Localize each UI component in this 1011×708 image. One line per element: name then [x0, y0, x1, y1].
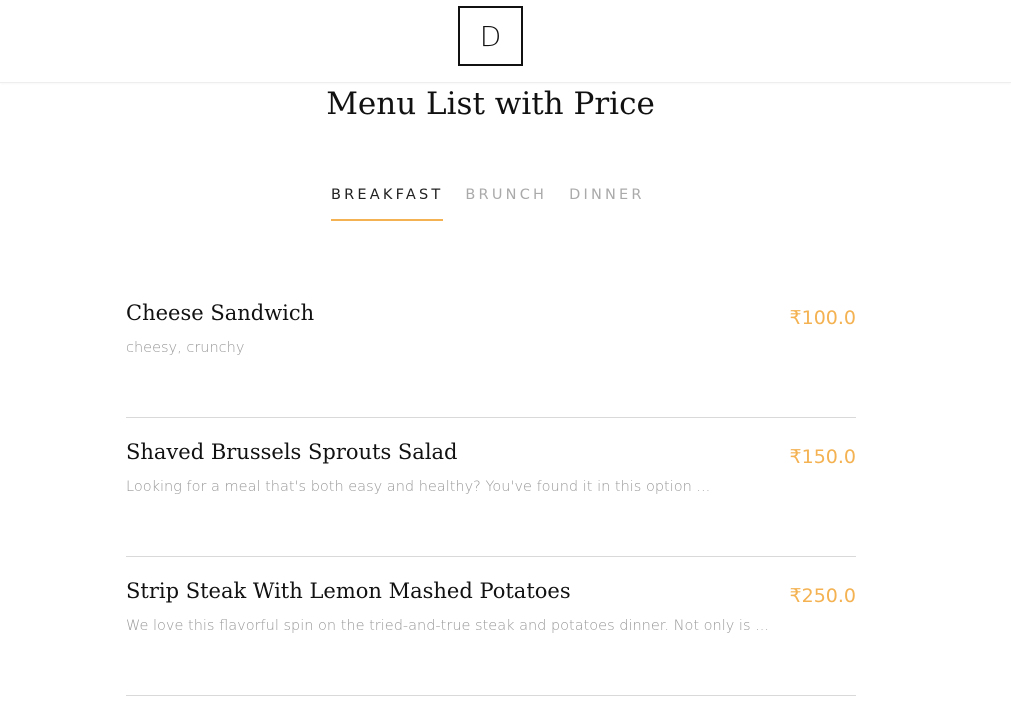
menu-item[interactable]: Shaved Brussels Sprouts Salad Looking fo…	[126, 418, 856, 557]
tab-dinner[interactable]: DINNER	[569, 185, 645, 221]
menu-item-description: cheesy, crunchy	[126, 340, 245, 356]
menu-item-price: ₹250.0	[789, 585, 856, 607]
menu-item-name: Strip Steak With Lemon Mashed Potatoes	[126, 579, 571, 603]
menu-item-name: Cheese Sandwich	[126, 301, 315, 325]
menu-item-price: ₹100.0	[789, 307, 856, 329]
menu-item-name: Shaved Brussels Sprouts Salad	[126, 440, 458, 464]
menu-item-description: Looking for a meal that's both easy and …	[126, 479, 711, 495]
menu-item[interactable]: Strip Steak With Lemon Mashed Potatoes W…	[126, 557, 856, 696]
menu-item[interactable]: Cheese Sandwich cheesy, crunchy ₹100.0	[126, 279, 856, 418]
site-header: D	[0, 0, 1011, 83]
logo[interactable]: D	[458, 6, 523, 66]
menu-item-price: ₹150.0	[789, 446, 856, 468]
tab-brunch[interactable]: BRUNCH	[465, 185, 547, 221]
menu-item-description: We love this flavorful spin on the tried…	[126, 618, 769, 634]
menu-list: Cheese Sandwich cheesy, crunchy ₹100.0 S…	[126, 279, 856, 696]
page-title: Menu List with Price	[326, 86, 655, 122]
tab-breakfast[interactable]: BREAKFAST	[331, 185, 444, 221]
menu-tabs: BREAKFAST BRUNCH DINNER	[331, 185, 667, 221]
